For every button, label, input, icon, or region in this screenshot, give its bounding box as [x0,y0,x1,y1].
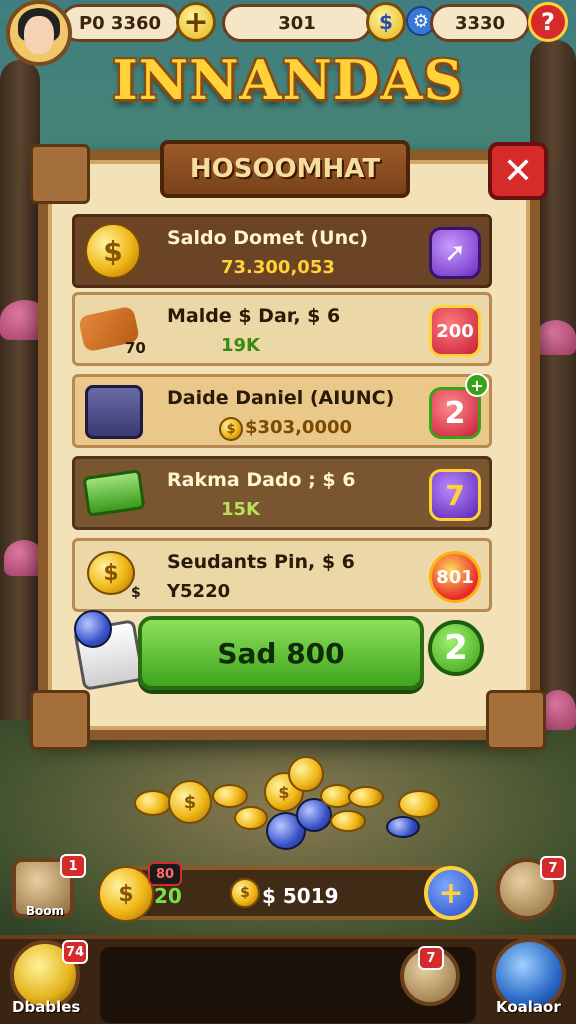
coin-icon: $ [219,417,243,441]
coin-icon: $ [85,223,141,279]
row-value: 15K [221,499,260,520]
notification-badge: 74 [62,940,88,964]
row-value: 19K [221,335,260,356]
purchase-button[interactable]: Sad 800 [138,616,424,690]
notification-badge: 7 [418,946,444,970]
notification-badge: 7 [540,856,566,880]
magic-wand-button[interactable]: 7 [496,856,566,920]
mushroom-icon [535,320,576,355]
row-value: 73.300,053 [221,257,335,278]
row-badge-text: 200 [436,320,474,342]
help-icon: ? [541,8,555,36]
panel-corner [30,690,90,750]
coin-icon [330,810,366,832]
row-value: Y5220 [167,581,231,602]
notification-badge: 1 [60,854,86,878]
top-bar: P0 3360 + 301 $ ⚙ 3330 ? [0,0,576,66]
plus-icon: + [470,375,484,395]
row-value: $303,0000 [245,417,353,438]
reward-row-3[interactable]: Daide Daniel (AIUNC) $ $303,0000 2 + [72,373,492,448]
currency-left-badge-value: 80 [155,866,175,882]
panel-banner: HOSOOMHAT [160,140,410,198]
help-button[interactable]: ? [528,2,568,42]
box-item-button[interactable]: 1 Boom [12,854,86,918]
gem-icon [386,816,420,838]
panel-banner-text: HOSOOMHAT [189,154,381,184]
reward-row-1[interactable]: $ Saldo Domet (Unc) 73.300,053 ➚ [72,214,492,288]
row-label: Rakma Dado ; $ 6 [167,469,356,491]
notification-count: 7 [548,860,558,876]
coin-icon [212,784,248,808]
row-badge-text: 2 [444,395,466,431]
coin-icon [398,790,440,818]
nav-chest-button[interactable]: 7 [400,946,460,1006]
player-currency-value: P0 3360 [78,12,162,34]
currency-left-value: 20 [154,884,182,908]
cash-stack-icon [82,469,146,517]
notification-count: 7 [426,950,436,966]
notification-count: 1 [68,858,78,874]
purchase-count-value: 2 [444,628,468,668]
close-icon: ✕ [502,150,534,192]
coin-icon [288,756,324,792]
box-item-label: Boom [26,904,65,918]
coin-icon [348,786,384,808]
currency-right-value: $ 5019 [262,884,339,908]
row-sub-value: 70 [125,339,146,357]
row-badge-text: 801 [436,566,474,588]
coin-pouch-icon: $ [98,866,154,922]
game-title: INNANDAS [112,48,464,112]
coin-icon: $ [168,780,212,824]
player-currency: P0 3360 [60,4,180,42]
coin-pile-icon: $ [87,551,135,595]
coin-icon [234,806,268,830]
row-badge-text: 7 [445,478,465,512]
right-currency-value: 3330 [454,12,506,34]
row-label: Malde $ Dar, $ 6 [167,305,341,327]
reward-row-5[interactable]: $ $ Seudants Pin, $ 6 Y5220 801 [72,538,492,612]
add-currency-button[interactable]: + [424,866,478,920]
row-label: Daide Daniel (AIUNC) [167,387,395,409]
panel-corner [486,690,546,750]
purchase-button-label: Sad 800 [217,636,345,670]
purchase-count: 2 [428,620,484,676]
close-button[interactable]: ✕ [488,142,548,200]
chest-icon [85,385,143,439]
gem-icon [74,610,112,648]
coin-stack-icon: $ [230,878,260,908]
notification-count: 74 [65,944,85,960]
add-badge-button[interactable]: + [465,373,489,397]
price-badge[interactable]: 200 [429,305,481,357]
row-label: Seudants Pin, $ 6 [167,551,355,573]
center-currency-value: 301 [278,12,316,34]
row-badge-text: ➚ [444,238,466,268]
panel-corner [30,144,90,204]
plus-icon: + [183,4,209,40]
add-currency-button[interactable]: + [176,2,216,42]
reward-row-2[interactable]: 70 Malde $ Dar, $ 6 19K 200 [72,292,492,366]
rocket-icon[interactable]: ➚ [429,227,481,279]
plus-icon: + [438,875,464,911]
currency-left-badge: 80 [148,862,182,886]
coin-icon [134,790,172,816]
coin-icon: $ [366,2,406,42]
center-currency: 301 [222,4,372,42]
right-currency: 3330 [430,4,530,42]
nav-coins-label: Dbables [12,998,81,1016]
row-sub-value: $ [131,585,141,601]
row-label: Saldo Domet (Unc) [167,227,369,249]
reward-row-4[interactable]: Rakma Dado ; $ 6 15K 7 [72,456,492,530]
nav-gem-label: Koalaor [496,998,561,1016]
price-badge[interactable]: 801 [429,551,481,603]
count-badge[interactable]: 7 [429,469,481,521]
